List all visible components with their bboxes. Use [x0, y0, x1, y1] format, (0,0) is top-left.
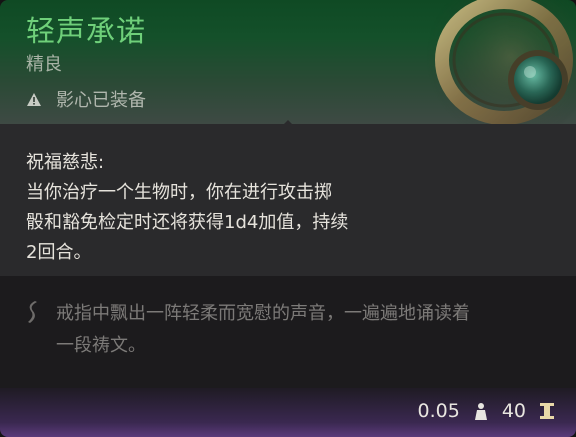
item-name: 轻声承诺	[26, 14, 147, 48]
item-rarity: 精良	[26, 54, 62, 75]
item-tooltip: 轻声承诺 精良 影心已装备 祝福慈悲: 当你治疗一个生物时，你在进行攻击掷 骰和…	[0, 0, 576, 437]
weight-value: 0.05	[417, 400, 460, 422]
tooltip-footer: 0.05 40	[0, 388, 576, 437]
equip-warning-label: 影心已装备	[56, 90, 146, 111]
passive-heading: 祝福慈悲:	[26, 152, 105, 173]
flavor-line: 戒指中飘出一阵轻柔而宽慰的声音，一遍遍地诵读着	[56, 303, 470, 324]
weight-icon	[474, 403, 487, 420]
description-line: 骰和豁免检定时还将获得1d4加值，持续	[26, 212, 349, 233]
description-line: 当你治疗一个生物时，你在进行攻击掷	[26, 182, 332, 203]
description-text: 祝福慈悲: 当你治疗一个生物时，你在进行攻击掷 骰和豁免检定时还将获得1d4加值…	[26, 148, 426, 268]
flavor-text: 戒指中飘出一阵轻柔而宽慰的声音，一遍遍地诵读着 一段祷文。	[56, 298, 556, 362]
description-section: 祝福慈悲: 当你治疗一个生物时，你在进行攻击掷 骰和豁免检定时还将获得1d4加值…	[0, 124, 576, 276]
gold-coin-icon	[540, 403, 554, 419]
warning-triangle-icon	[27, 92, 41, 106]
description-line: 2回合。	[26, 242, 92, 263]
flavor-section: 戒指中飘出一阵轻柔而宽慰的声音，一遍遍地诵读着 一段祷文。	[0, 276, 576, 388]
scroll-icon	[28, 301, 37, 323]
tooltip-header: 轻声承诺 精良 影心已装备	[0, 0, 576, 142]
flavor-line: 一段祷文。	[56, 335, 146, 356]
equip-warning: 影心已装备	[26, 86, 146, 112]
item-stats: 0.05 40	[414, 400, 557, 422]
ring-image	[426, 0, 576, 142]
gold-value: 40	[501, 400, 526, 422]
